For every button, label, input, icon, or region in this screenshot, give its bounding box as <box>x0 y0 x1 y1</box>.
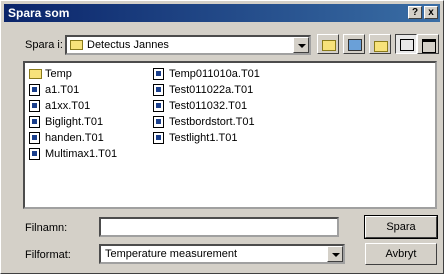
file-list[interactable]: Temp a1.T01 a1xx.T01 Biglight.T01 handen… <box>23 61 437 209</box>
help-button[interactable]: ? <box>408 6 422 19</box>
details-view-button[interactable] <box>417 34 439 54</box>
file-icon <box>153 132 164 144</box>
file-icon <box>29 100 40 112</box>
chevron-down-icon[interactable] <box>327 246 343 262</box>
file-icon <box>153 68 164 80</box>
up-folder-icon <box>322 40 336 51</box>
new-folder-icon <box>374 41 388 52</box>
format-label: Filformat: <box>25 249 71 261</box>
folder-icon <box>70 40 83 50</box>
save-button[interactable]: Spara <box>364 215 438 239</box>
title-bar[interactable]: Spara som ? x <box>4 4 440 22</box>
folder-icon <box>29 69 42 79</box>
file-icon <box>29 148 40 160</box>
format-select[interactable]: Temperature measurement <box>99 244 345 264</box>
save-in-value: Detectus Jannes <box>87 39 169 51</box>
save-as-dialog: Spara som ? x Spara i: Detectus Jannes T… <box>0 0 444 274</box>
window-title: Spara som <box>8 6 70 20</box>
chevron-down-icon[interactable] <box>293 37 309 53</box>
filename-label: Filnamn: <box>25 222 68 234</box>
details-view-icon <box>422 39 436 53</box>
save-in-combo[interactable]: Detectus Jannes <box>65 35 311 55</box>
file-icon <box>29 116 40 128</box>
new-folder-button[interactable] <box>369 34 391 54</box>
filename-input[interactable] <box>99 217 339 237</box>
format-value: Temperature measurement <box>105 248 238 260</box>
desktop-icon <box>348 39 362 51</box>
file-icon <box>153 84 164 96</box>
list-view-icon <box>400 39 414 51</box>
file-icon <box>153 116 164 128</box>
desktop-button[interactable] <box>343 34 365 54</box>
up-folder-button[interactable] <box>317 34 339 54</box>
list-view-button[interactable] <box>395 34 417 54</box>
file-icon <box>29 132 40 144</box>
save-in-label-text: Spara i <box>25 39 60 51</box>
file-icon <box>29 84 40 96</box>
file-icon <box>153 100 164 112</box>
save-in-label: Spara i: <box>25 39 63 51</box>
cancel-button[interactable]: Avbryt <box>365 243 437 265</box>
close-button[interactable]: x <box>424 6 438 19</box>
